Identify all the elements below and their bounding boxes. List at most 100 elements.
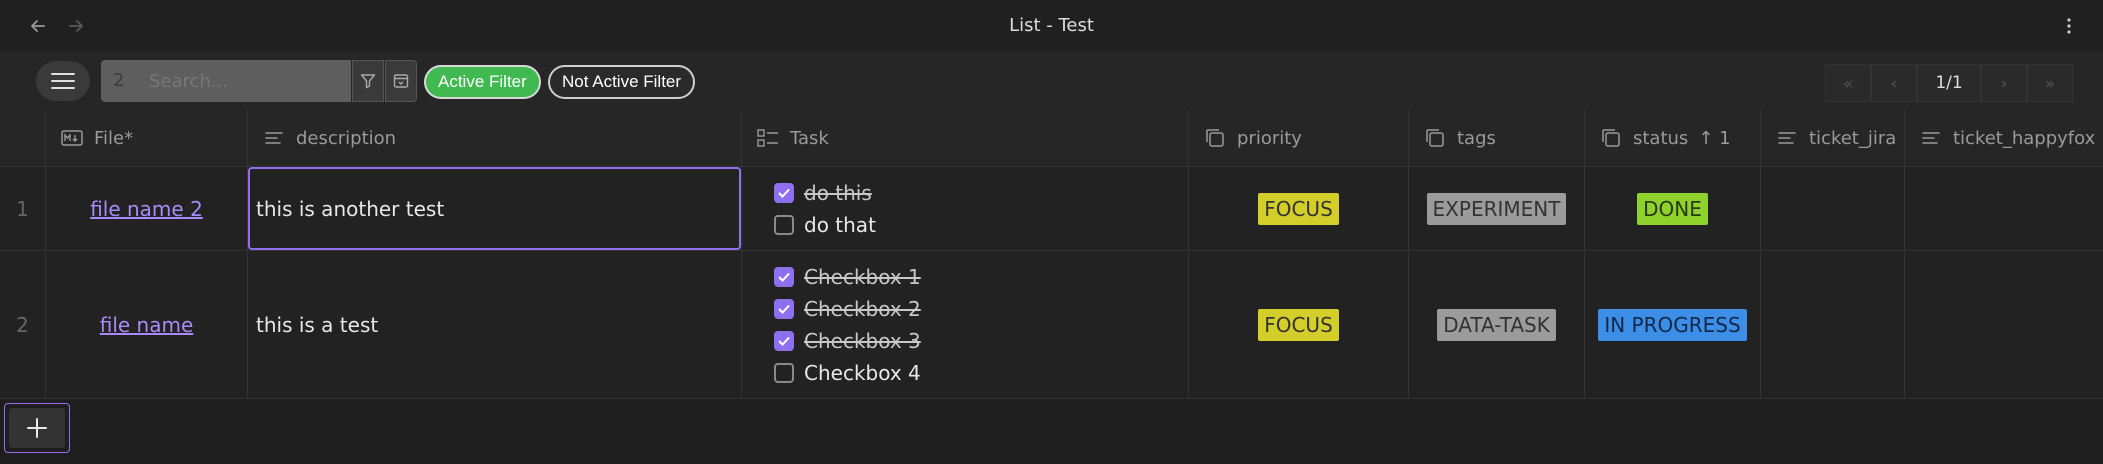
copy-icon <box>1423 126 1447 150</box>
column-header-tags[interactable]: tags <box>1409 110 1585 166</box>
text-lines-icon <box>1775 126 1799 150</box>
ticket-jira-cell[interactable] <box>1761 251 1905 398</box>
copy-icon <box>1599 126 1623 150</box>
status-badge: IN PROGRESS <box>1598 308 1747 341</box>
last-page-button[interactable]: » <box>2027 64 2073 102</box>
text-lines-icon <box>262 126 286 150</box>
title-bar: List - Test <box>0 0 2103 52</box>
checkbox-unchecked[interactable] <box>774 362 794 383</box>
status-cell: DONE <box>1585 167 1761 250</box>
checkmark-icon <box>778 188 790 198</box>
column-label: description <box>296 127 397 149</box>
search-count: 2 <box>113 70 125 91</box>
markdown-icon <box>60 126 84 150</box>
last-page-icon: » <box>2045 73 2055 93</box>
priority-badge: FOCUS <box>1258 192 1339 225</box>
column-label: ticket_jira <box>1809 127 1897 149</box>
file-link[interactable]: file name 2 <box>90 197 203 221</box>
column-label: priority <box>1237 127 1302 149</box>
prev-page-button[interactable]: ‹ <box>1871 64 1917 102</box>
ticket-jira-cell[interactable] <box>1761 167 1905 250</box>
toolbar: 2 Active Filter Not Active Filter « ‹ 1/… <box>0 52 2103 110</box>
next-page-button[interactable]: › <box>1981 64 2027 102</box>
row-index: 2 <box>0 251 46 398</box>
column-header-task[interactable]: Task <box>742 110 1189 166</box>
tags-cell: EXPERIMENT <box>1409 167 1585 250</box>
column-label: File* <box>94 127 134 149</box>
ticket-happyfox-cell[interactable] <box>1905 167 2103 250</box>
task-item: Checkbox 2 <box>774 295 921 323</box>
archive-button[interactable] <box>385 60 417 102</box>
file-cell: file name 2 <box>46 167 248 250</box>
column-label: ticket_happyfox <box>1953 127 2096 149</box>
copy-icon <box>1203 126 1227 150</box>
task-item: Checkbox 1 <box>774 263 921 291</box>
search-box: 2 <box>101 60 351 102</box>
table-row: 2 file name this is a test Checkbox 1 Ch… <box>0 251 2103 399</box>
page-indicator: 1/1 <box>1917 64 1981 102</box>
column-label: Task <box>790 127 829 149</box>
checkmark-icon <box>778 336 790 346</box>
task-label: Checkbox 1 <box>804 264 921 289</box>
tag-badge: EXPERIMENT <box>1426 192 1567 225</box>
task-list: Checkbox 1 Checkbox 2 Checkbox 3 Checkbo… <box>774 263 921 387</box>
checkmark-icon <box>778 304 790 314</box>
column-header-status[interactable]: status ↑ 1 <box>1585 110 1761 166</box>
checkmark-icon <box>778 272 790 282</box>
tag-badge: DATA-TASK <box>1437 308 1556 341</box>
task-item: Checkbox 3 <box>774 327 921 355</box>
ticket-happyfox-cell[interactable] <box>1905 251 2103 398</box>
description-cell[interactable]: this is a test <box>248 251 742 398</box>
more-options-button[interactable] <box>2057 12 2081 40</box>
task-item: Checkbox 4 <box>774 359 921 387</box>
priority-cell: FOCUS <box>1189 251 1409 398</box>
inactive-filter-pill[interactable]: Not Active Filter <box>548 65 696 99</box>
column-header-priority[interactable]: priority <box>1189 110 1409 166</box>
task-list: do this do that <box>774 179 876 239</box>
pagination: « ‹ 1/1 › » <box>1825 64 2073 102</box>
add-row-button-inner <box>9 408 65 448</box>
task-cell: do this do that <box>742 167 1189 250</box>
prev-page-icon: ‹ <box>1890 73 1898 93</box>
column-header-file[interactable]: File* <box>46 110 248 166</box>
more-vertical-icon <box>2067 18 2071 34</box>
task-label: do that <box>804 212 876 237</box>
checkbox-checked[interactable] <box>774 266 794 287</box>
checkbox-unchecked[interactable] <box>774 214 794 235</box>
description-cell[interactable]: this is another test <box>248 167 742 250</box>
active-filter-pill[interactable]: Active Filter <box>424 65 541 99</box>
first-page-icon: « <box>1843 73 1853 93</box>
checklist-icon <box>756 126 780 150</box>
filter-icon <box>360 74 376 89</box>
checkbox-checked[interactable] <box>774 298 794 319</box>
checkbox-checked[interactable] <box>774 330 794 351</box>
checkbox-checked[interactable] <box>774 182 794 203</box>
file-cell: file name <box>46 251 248 398</box>
status-cell: IN PROGRESS <box>1585 251 1761 398</box>
task-label: Checkbox 2 <box>804 296 921 321</box>
column-label: status <box>1633 127 1689 149</box>
task-label: Checkbox 3 <box>804 328 921 353</box>
filter-button[interactable] <box>352 60 384 102</box>
hamburger-icon <box>51 73 75 89</box>
menu-button[interactable] <box>36 61 90 101</box>
column-header-description[interactable]: description <box>248 110 742 166</box>
window-title: List - Test <box>1009 15 1094 36</box>
plus-icon <box>27 418 47 438</box>
text-lines-icon <box>1919 126 1943 150</box>
column-header-ticket-happyfox[interactable]: ticket_happyfox <box>1905 110 2103 166</box>
search-input[interactable] <box>149 60 345 102</box>
priority-cell: FOCUS <box>1189 167 1409 250</box>
status-badge: DONE <box>1637 192 1708 225</box>
first-page-button[interactable]: « <box>1825 64 1871 102</box>
task-item: do this <box>774 179 876 207</box>
column-header-ticket-jira[interactable]: ticket_jira <box>1761 110 1905 166</box>
table-row: 1 file name 2 this is another test do th… <box>0 167 2103 251</box>
table-header: File* description Task priority tags sta… <box>0 110 2103 167</box>
add-row-button[interactable] <box>4 403 70 453</box>
next-page-icon: › <box>2000 73 2008 93</box>
description-text: this is a test <box>256 312 379 337</box>
file-link[interactable]: file name <box>100 313 194 337</box>
description-text: this is another test <box>256 196 445 221</box>
row-index: 1 <box>0 167 46 250</box>
